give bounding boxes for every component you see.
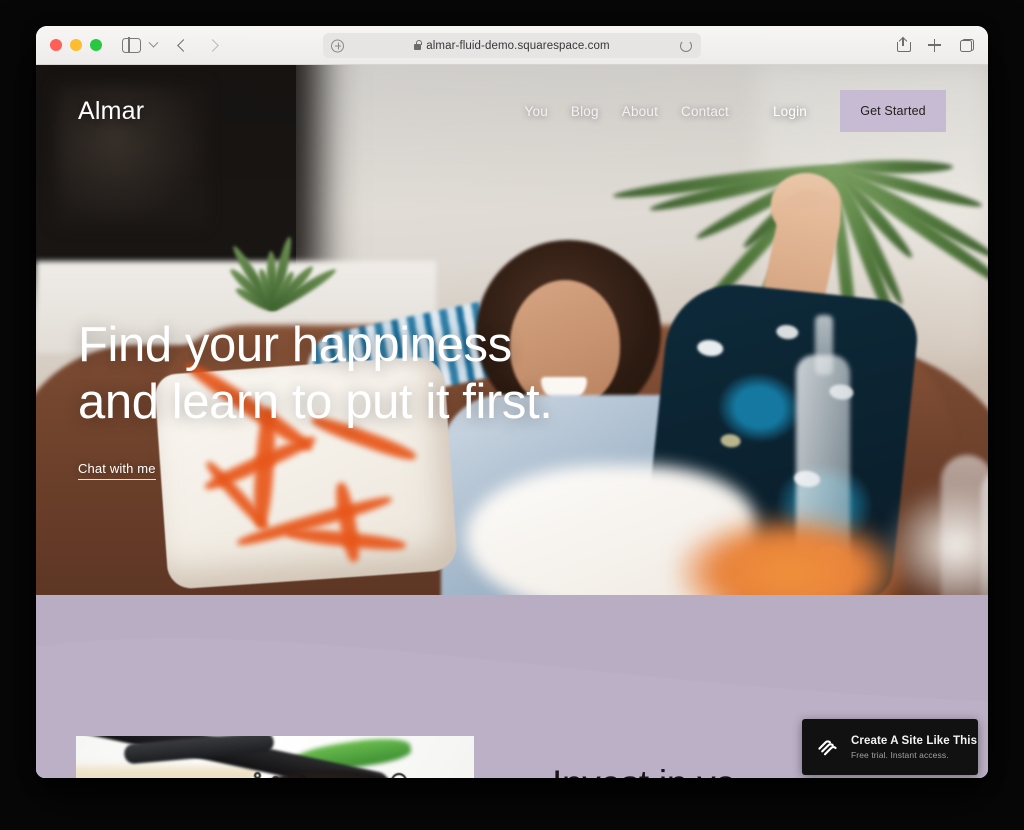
secondary-image-block: [76, 736, 474, 778]
back-button[interactable]: [177, 38, 190, 52]
nav-links: You Blog About Contact: [525, 104, 729, 119]
hero-headline: Find your happiness and learn to put it …: [78, 317, 553, 431]
nav-item-contact[interactable]: Contact: [681, 104, 729, 119]
toolbar-left-controls: [102, 36, 219, 54]
forward-button[interactable]: [206, 38, 219, 52]
hero-copy: Find your happiness and learn to put it …: [78, 317, 553, 480]
get-started-button[interactable]: Get Started: [840, 90, 946, 132]
toolbar-right-controls: [897, 36, 974, 52]
invest-section-heading: Invest in yo: [552, 762, 736, 778]
squarespace-promo-badge[interactable]: Create A Site Like This Free trial. Inst…: [802, 719, 978, 775]
share-arrow-glyph: [898, 36, 907, 46]
new-tab-icon[interactable]: [928, 38, 941, 52]
photo2-sand: [76, 766, 256, 778]
address-url-text: almar-fluid-demo.squarespace.com: [426, 39, 610, 52]
nav-item-blog[interactable]: Blog: [571, 104, 599, 119]
browser-window: almar-fluid-demo.squarespace.com Almar Y…: [36, 26, 988, 778]
sidebar-toggle-icon[interactable]: [122, 36, 141, 54]
site-header: Almar You Blog About Contact Login Get S…: [36, 65, 988, 157]
tab-overview-icon[interactable]: [960, 38, 974, 52]
login-link[interactable]: Login: [773, 104, 807, 119]
close-window-button[interactable]: [50, 39, 62, 51]
hero-headline-line-1: Find your happiness: [78, 318, 512, 372]
share-icon[interactable]: [897, 36, 911, 52]
hero-headline-line-2: and learn to put it first.: [78, 375, 553, 429]
badge-title: Create A Site Like This: [851, 734, 978, 747]
zoom-window-button[interactable]: [90, 39, 102, 51]
badge-subtitle: Free trial. Instant access.: [851, 749, 949, 760]
chat-with-me-link[interactable]: Chat with me: [78, 461, 156, 480]
lock-icon: [414, 39, 422, 50]
chevron-down-icon[interactable]: [148, 37, 159, 48]
nav-item-about[interactable]: About: [622, 104, 658, 119]
squarespace-logo-icon: [818, 740, 837, 756]
address-bar[interactable]: almar-fluid-demo.squarespace.com: [323, 33, 701, 58]
badge-text: Create A Site Like This Free trial. Inst…: [851, 735, 977, 760]
browser-toolbar: almar-fluid-demo.squarespace.com: [36, 26, 988, 65]
minimize-window-button[interactable]: [70, 39, 82, 51]
reload-icon[interactable]: [680, 39, 692, 52]
site-logo[interactable]: Almar: [78, 97, 144, 126]
nav-item-you[interactable]: You: [525, 104, 548, 119]
page-viewport: Almar You Blog About Contact Login Get S…: [36, 65, 988, 778]
primary-navigation: You Blog About Contact Login Get Started: [525, 90, 988, 132]
traffic-lights: [50, 39, 102, 51]
reader-plus-icon[interactable]: [331, 39, 344, 52]
